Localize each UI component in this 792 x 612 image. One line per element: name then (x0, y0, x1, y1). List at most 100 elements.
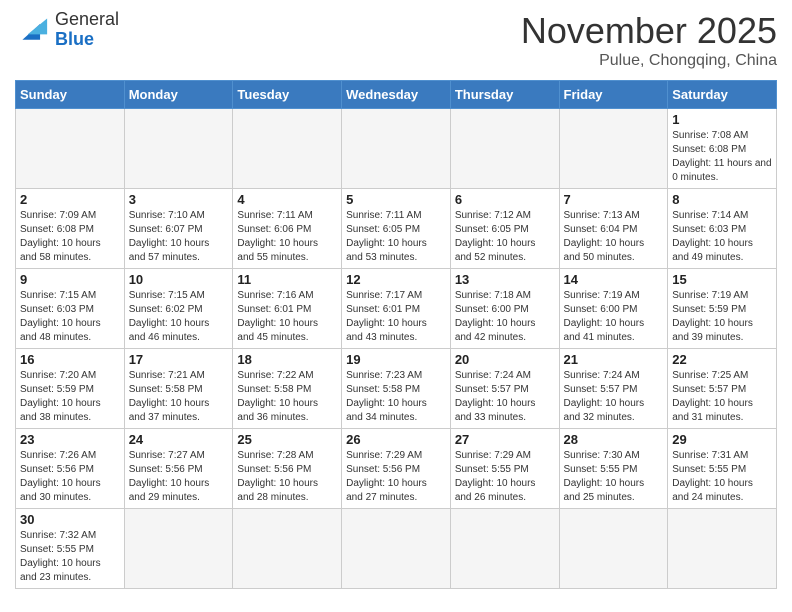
day-cell (233, 509, 342, 589)
day-cell: 22 Sunrise: 7:25 AMSunset: 5:57 PMDayligh… (668, 349, 777, 429)
day-cell: 8Sunrise: 7:14 AMSunset: 6:03 PMDaylight… (668, 189, 777, 269)
week-row-3: 16 Sunrise: 7:20 AMSunset: 5:59 PMDayligh… (16, 349, 777, 429)
day-cell (559, 109, 668, 189)
day-info: Sunrise: 7:29 AMSunset: 5:56 PMDaylight:… (346, 449, 446, 505)
day-cell: 10 Sunrise: 7:15 AMSunset: 6:02 PMDayligh… (124, 269, 233, 349)
day-cell: 4Sunrise: 7:11 AMSunset: 6:06 PMDaylight… (233, 189, 342, 269)
day-number: 23 (20, 432, 120, 447)
day-number: 8 (672, 192, 772, 207)
day-cell: 27 Sunrise: 7:29 AMSunset: 5:55 PMDayligh… (450, 429, 559, 509)
day-cell (559, 509, 668, 589)
day-cell: 29Sunrise: 7:31 AMSunset: 5:55 PMDayligh… (668, 429, 777, 509)
day-info: Sunrise: 7:20 AMSunset: 5:59 PMDaylight:… (20, 369, 120, 425)
location: Pulue, Chongqing, China (521, 52, 777, 70)
day-cell: 20Sunrise: 7:24 AMSunset: 5:57 PMDayligh… (450, 349, 559, 429)
title-block: November 2025 Pulue, Chongqing, China (521, 10, 777, 70)
day-number: 30 (20, 512, 120, 527)
day-cell: 28 Sunrise: 7:30 AMSunset: 5:55 PMDayligh… (559, 429, 668, 509)
logo-blue: Blue (55, 29, 94, 49)
day-info: Sunrise: 7:22 AMSunset: 5:58 PMDaylight:… (237, 369, 337, 425)
day-cell: 30Sunrise: 7:32 AMSunset: 5:55 PMDayligh… (16, 509, 125, 589)
day-number: 15 (672, 272, 772, 287)
day-info: Sunrise: 7:15 AMSunset: 6:02 PMDaylight:… (129, 289, 229, 345)
day-info: Sunrise: 7:18 AMSunset: 6:00 PMDaylight:… (455, 289, 555, 345)
day-cell (124, 509, 233, 589)
day-number: 27 (455, 432, 555, 447)
weekday-saturday: Saturday (668, 81, 777, 109)
day-number: 14 (564, 272, 664, 287)
day-number: 16 (20, 352, 120, 367)
day-cell (450, 509, 559, 589)
day-cell: 9Sunrise: 7:15 AMSunset: 6:03 PMDaylight… (16, 269, 125, 349)
day-number: 5 (346, 192, 446, 207)
logo-general: General (55, 9, 119, 29)
day-info: Sunrise: 7:23 AMSunset: 5:58 PMDaylight:… (346, 369, 446, 425)
weekday-tuesday: Tuesday (233, 81, 342, 109)
day-number: 12 (346, 272, 446, 287)
day-info: Sunrise: 7:12 AMSunset: 6:05 PMDaylight:… (455, 209, 555, 265)
day-number: 19 (346, 352, 446, 367)
day-cell: 19 Sunrise: 7:23 AMSunset: 5:58 PMDayligh… (342, 349, 451, 429)
day-number: 24 (129, 432, 229, 447)
day-number: 17 (129, 352, 229, 367)
day-info: Sunrise: 7:24 AMSunset: 5:57 PMDaylight:… (564, 369, 664, 425)
week-row-1: 2 Sunrise: 7:09 AMSunset: 6:08 PMDaylight… (16, 189, 777, 269)
week-row-5: 30Sunrise: 7:32 AMSunset: 5:55 PMDayligh… (16, 509, 777, 589)
day-cell (342, 109, 451, 189)
day-cell: 2 Sunrise: 7:09 AMSunset: 6:08 PMDaylight… (16, 189, 125, 269)
day-cell (450, 109, 559, 189)
day-info: Sunrise: 7:21 AMSunset: 5:58 PMDaylight:… (129, 369, 229, 425)
weekday-wednesday: Wednesday (342, 81, 451, 109)
day-cell (16, 109, 125, 189)
day-number: 13 (455, 272, 555, 287)
day-info: Sunrise: 7:08 AMSunset: 6:08 PMDaylight:… (672, 129, 772, 185)
day-cell: 12 Sunrise: 7:17 AMSunset: 6:01 PMDayligh… (342, 269, 451, 349)
week-row-0: 1 Sunrise: 7:08 AMSunset: 6:08 PMDaylight… (16, 109, 777, 189)
day-number: 11 (237, 272, 337, 287)
header: General Blue November 2025 Pulue, Chongq… (15, 10, 777, 70)
day-cell: 21 Sunrise: 7:24 AMSunset: 5:57 PMDayligh… (559, 349, 668, 429)
day-info: Sunrise: 7:29 AMSunset: 5:55 PMDaylight:… (455, 449, 555, 505)
day-number: 28 (564, 432, 664, 447)
week-row-4: 23 Sunrise: 7:26 AMSunset: 5:56 PMDayligh… (16, 429, 777, 509)
day-info: Sunrise: 7:25 AMSunset: 5:57 PMDaylight:… (672, 369, 772, 425)
day-cell: 15Sunrise: 7:19 AMSunset: 5:59 PMDayligh… (668, 269, 777, 349)
day-cell: 13 Sunrise: 7:18 AMSunset: 6:00 PMDayligh… (450, 269, 559, 349)
calendar: SundayMondayTuesdayWednesdayThursdayFrid… (15, 80, 777, 589)
day-cell (342, 509, 451, 589)
day-cell: 18 Sunrise: 7:22 AMSunset: 5:58 PMDayligh… (233, 349, 342, 429)
day-number: 25 (237, 432, 337, 447)
day-number: 2 (20, 192, 120, 207)
day-info: Sunrise: 7:16 AMSunset: 6:01 PMDaylight:… (237, 289, 337, 345)
day-number: 10 (129, 272, 229, 287)
logo: General Blue (15, 10, 119, 50)
day-info: Sunrise: 7:31 AMSunset: 5:55 PMDaylight:… (672, 449, 772, 505)
day-info: Sunrise: 7:11 AMSunset: 6:05 PMDaylight:… (346, 209, 446, 265)
day-number: 7 (564, 192, 664, 207)
page-container: General Blue November 2025 Pulue, Chongq… (0, 0, 792, 599)
weekday-monday: Monday (124, 81, 233, 109)
day-info: Sunrise: 7:24 AMSunset: 5:57 PMDaylight:… (455, 369, 555, 425)
day-number: 26 (346, 432, 446, 447)
day-info: Sunrise: 7:26 AMSunset: 5:56 PMDaylight:… (20, 449, 120, 505)
day-cell: 16 Sunrise: 7:20 AMSunset: 5:59 PMDayligh… (16, 349, 125, 429)
day-info: Sunrise: 7:09 AMSunset: 6:08 PMDaylight:… (20, 209, 120, 265)
day-number: 3 (129, 192, 229, 207)
day-number: 18 (237, 352, 337, 367)
day-number: 4 (237, 192, 337, 207)
day-cell: 17 Sunrise: 7:21 AMSunset: 5:58 PMDayligh… (124, 349, 233, 429)
weekday-thursday: Thursday (450, 81, 559, 109)
day-info: Sunrise: 7:17 AMSunset: 6:01 PMDaylight:… (346, 289, 446, 345)
weekday-friday: Friday (559, 81, 668, 109)
month-title: November 2025 (521, 10, 777, 52)
week-row-2: 9Sunrise: 7:15 AMSunset: 6:03 PMDaylight… (16, 269, 777, 349)
day-cell: 11 Sunrise: 7:16 AMSunset: 6:01 PMDayligh… (233, 269, 342, 349)
day-cell: 14Sunrise: 7:19 AMSunset: 6:00 PMDayligh… (559, 269, 668, 349)
day-number: 22 (672, 352, 772, 367)
day-number: 21 (564, 352, 664, 367)
day-cell (124, 109, 233, 189)
day-cell (233, 109, 342, 189)
day-number: 1 (672, 112, 772, 127)
day-info: Sunrise: 7:30 AMSunset: 5:55 PMDaylight:… (564, 449, 664, 505)
weekday-header-row: SundayMondayTuesdayWednesdayThursdayFrid… (16, 81, 777, 109)
